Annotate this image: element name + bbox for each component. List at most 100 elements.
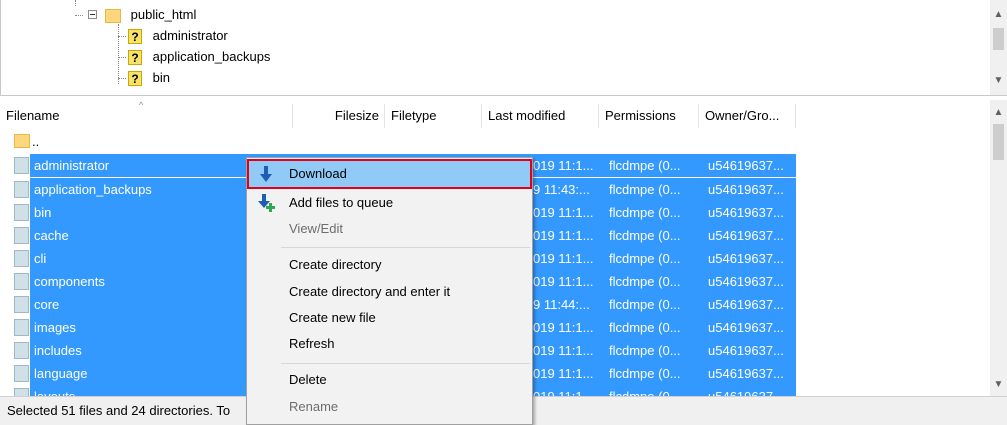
cell-owner: u54619637... <box>708 320 784 335</box>
cell-filename: includes <box>34 343 82 358</box>
menu-item-add-to-queue[interactable]: Add files to queue <box>249 190 530 216</box>
tree-item-public-html[interactable]: public_html <box>105 5 196 25</box>
cell-permissions: flcdmpe (0... <box>609 182 681 197</box>
menu-item-download[interactable]: Download <box>247 159 532 189</box>
tree-line <box>118 24 119 84</box>
collapse-icon[interactable] <box>88 10 97 19</box>
column-filetype-label: Filetype <box>391 108 437 123</box>
cell-filename: application_backups <box>34 182 152 197</box>
menu-item-create-directory[interactable]: Create directory <box>249 252 530 278</box>
cell-filename: administrator <box>34 158 110 173</box>
scroll-thumb[interactable] <box>993 124 1004 160</box>
remote-directory-tree: public_html ? administrator ? applicatio… <box>0 0 1007 96</box>
scroll-down-arrow-icon[interactable]: ▼ <box>990 72 1007 89</box>
unknown-folder-icon: ? <box>128 29 142 45</box>
unknown-folder-icon: ? <box>128 71 142 87</box>
cell-owner: u54619637... <box>708 182 784 197</box>
menu-item-view-edit[interactable]: View/Edit <box>249 216 530 242</box>
tree-line <box>75 15 83 16</box>
scroll-down-arrow-icon[interactable]: ▼ <box>990 376 1007 393</box>
cell-permissions: flcdmpe (0... <box>609 297 681 312</box>
tree-item-administrator[interactable]: ? administrator <box>128 26 228 46</box>
folder-icon <box>14 342 29 359</box>
unknown-folder-icon: ? <box>128 50 142 66</box>
cell-filename: images <box>34 320 76 335</box>
cell-modified: 019 11:1... <box>533 228 594 243</box>
cell-permissions: flcdmpe (0... <box>609 205 681 220</box>
cell-permissions: flcdmpe (0... <box>609 228 681 243</box>
scroll-up-arrow-icon[interactable]: ▲ <box>990 6 1007 23</box>
folder-icon <box>14 273 29 290</box>
cell-owner: u54619637... <box>708 205 784 220</box>
column-last-modified-label: Last modified <box>488 108 566 123</box>
cell-modified: 019 11:1... <box>533 320 594 335</box>
column-filesize-label: Filesize <box>334 108 379 123</box>
menu-item-label: View/Edit <box>289 221 343 236</box>
menu-item-label: Delete <box>289 372 327 387</box>
file-list-scrollbar[interactable]: ▲ ▼ <box>990 100 1007 396</box>
menu-item-delete[interactable]: Delete <box>249 367 530 393</box>
cell-owner: u54619637... <box>708 343 784 358</box>
folder-icon <box>14 296 29 313</box>
menu-item-label: Create new file <box>289 310 376 325</box>
folder-icon <box>14 181 29 198</box>
cell-modified: 019 11:1... <box>533 251 594 266</box>
column-filetype[interactable]: Filetype <box>385 104 482 128</box>
tree-item-label: application_backups <box>152 49 271 64</box>
add-to-queue-icon <box>258 194 275 212</box>
cell-modified: 019 11:1... <box>533 366 594 381</box>
tree-scrollbar[interactable]: ▲ ▼ <box>990 0 1007 95</box>
menu-item-label: Create directory <box>289 257 382 272</box>
cell-modified: 9 11:43:... <box>533 182 590 197</box>
cell-permissions: flcdmpe (0... <box>609 158 681 173</box>
menu-item-label: Download <box>289 166 347 181</box>
cell-modified: 019 11:1... <box>533 274 594 289</box>
menu-item-create-new-file[interactable]: Create new file <box>249 305 530 331</box>
folder-icon <box>14 157 29 174</box>
context-menu: Download Add files to queue View/Edit Cr… <box>246 157 533 425</box>
parent-dir-label: .. <box>32 134 40 149</box>
menu-item-label: Create directory and enter it <box>289 284 451 299</box>
tree-item-application-backups[interactable]: ? application_backups <box>128 47 270 67</box>
column-filename-label: Filename <box>6 108 60 123</box>
scroll-thumb[interactable] <box>993 28 1004 50</box>
folder-icon <box>14 365 29 382</box>
menu-separator <box>281 247 530 248</box>
cell-owner: u54619637... <box>708 366 784 381</box>
tree-item-label: administrator <box>152 28 228 43</box>
column-permissions[interactable]: Permissions <box>599 104 699 128</box>
scroll-up-arrow-icon[interactable]: ▲ <box>990 104 1007 121</box>
tree-line <box>75 0 76 6</box>
cell-permissions: flcdmpe (0... <box>609 320 681 335</box>
list-item-parent[interactable]: .. <box>0 130 990 153</box>
column-permissions-label: Permissions <box>605 108 676 123</box>
cell-filename: cli <box>34 251 47 266</box>
menu-item-refresh[interactable]: Refresh <box>249 331 530 357</box>
cell-permissions: flcdmpe (0... <box>609 251 681 266</box>
column-owner-group[interactable]: Owner/Gro... <box>699 104 796 128</box>
sort-indicator-icon: ^ <box>139 100 144 110</box>
file-list-header: Filename ^ Filesize Filetype Last modifi… <box>0 100 990 128</box>
cell-owner: u54619637... <box>708 385 784 396</box>
column-filename[interactable]: Filename <box>6 104 293 128</box>
download-arrow-icon <box>260 166 272 182</box>
cell-modified: 019 11:1... <box>533 343 594 358</box>
tree-item-label: public_html <box>130 7 197 22</box>
cell-permissions: flcdmpe (0... <box>609 366 681 381</box>
tree-line <box>118 78 126 79</box>
cell-filename: bin <box>34 205 52 220</box>
menu-item-rename[interactable]: Rename <box>249 394 530 420</box>
folder-icon <box>14 388 29 396</box>
menu-item-create-directory-enter[interactable]: Create directory and enter it <box>249 279 530 305</box>
cell-modified: 019 11:1... <box>533 205 594 220</box>
folder-icon <box>14 204 29 221</box>
cell-owner: u54619637... <box>708 228 784 243</box>
column-filesize[interactable]: Filesize <box>293 104 385 128</box>
cell-filename: cache <box>34 228 69 243</box>
cell-permissions: flcdmpe (0... <box>609 343 681 358</box>
column-last-modified[interactable]: Last modified <box>482 104 599 128</box>
tree-item-bin[interactable]: ? bin <box>128 68 170 88</box>
cell-filename: components <box>34 274 105 289</box>
tree-item-label: bin <box>152 70 170 85</box>
tree-line <box>118 36 126 37</box>
